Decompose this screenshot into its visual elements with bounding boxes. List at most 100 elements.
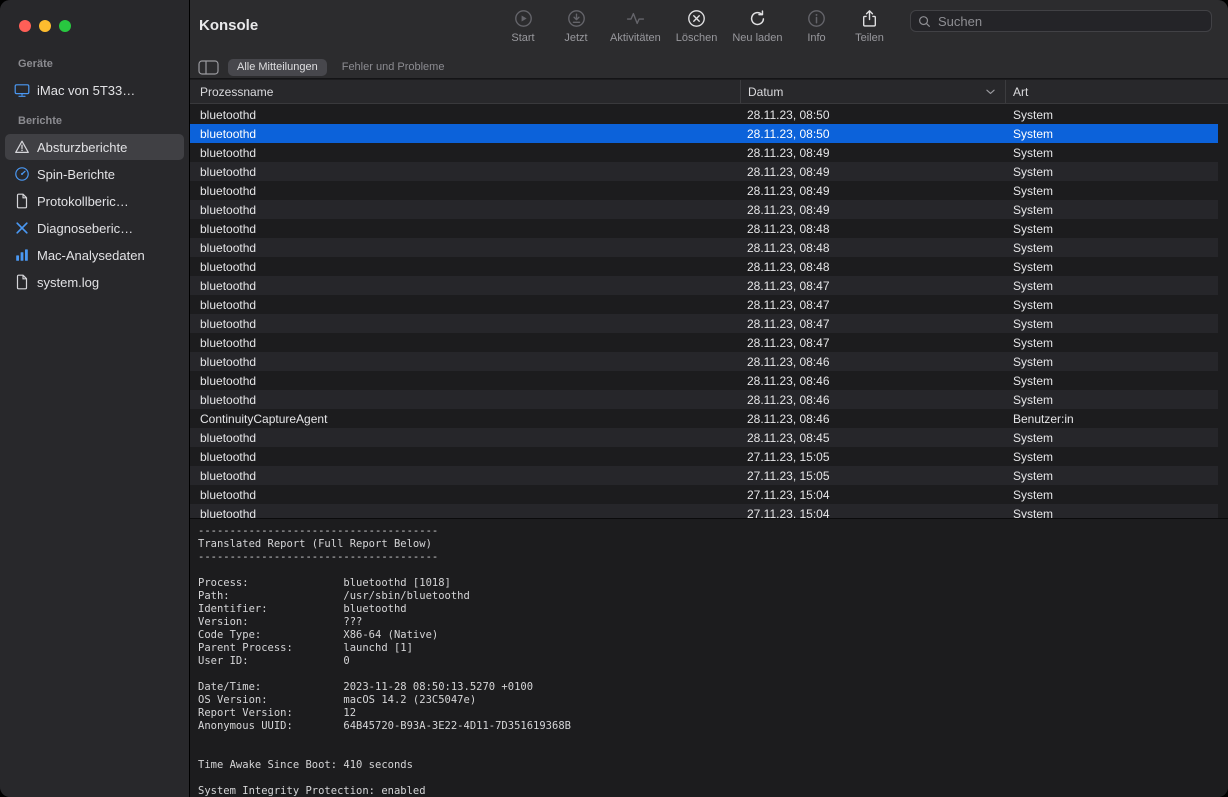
cell-type: System	[1005, 355, 1218, 369]
column-header-label: Art	[1013, 85, 1028, 99]
table-row[interactable]: bluetoothd28.11.23, 08:50System	[190, 105, 1218, 124]
toolbar-button-label: Start	[511, 32, 534, 44]
now-circle-icon	[567, 9, 586, 28]
sidebar-item-protokollberic[interactable]: Protokollberic…	[5, 188, 184, 214]
table-row[interactable]: bluetoothd28.11.23, 08:49System	[190, 143, 1218, 162]
info-circle-icon	[807, 9, 826, 28]
filter-bar: Alle Mitteilungen Fehler und Probleme	[190, 56, 1228, 79]
table-row[interactable]: bluetoothd28.11.23, 08:50System	[190, 124, 1218, 143]
table-row[interactable]: bluetoothd28.11.23, 08:47System	[190, 333, 1218, 352]
warning-triangle-icon	[14, 139, 30, 155]
cell-date: 28.11.23, 08:50	[740, 108, 1005, 122]
table-row[interactable]: ContinuityCaptureAgent28.11.23, 08:46Ben…	[190, 409, 1218, 428]
table-row[interactable]: bluetoothd27.11.23, 15:04System	[190, 485, 1218, 504]
cell-date: 27.11.23, 15:05	[740, 469, 1005, 483]
table-row[interactable]: bluetoothd28.11.23, 08:47System	[190, 295, 1218, 314]
toolbar-button-jetzt[interactable]: Jetzt	[557, 9, 595, 44]
cell-type: System	[1005, 393, 1218, 407]
sidebar-item-system.log[interactable]: system.log	[5, 269, 184, 295]
table-row[interactable]: bluetoothd28.11.23, 08:46System	[190, 371, 1218, 390]
cell-process: bluetoothd	[190, 393, 740, 407]
gauge-icon	[14, 166, 30, 182]
cell-type: System	[1005, 203, 1218, 217]
search-field[interactable]	[910, 10, 1212, 32]
table-row[interactable]: bluetoothd28.11.23, 08:49System	[190, 181, 1218, 200]
table-row[interactable]: bluetoothd28.11.23, 08:48System	[190, 238, 1218, 257]
minimize-window-button[interactable]	[39, 20, 51, 32]
table-row[interactable]: bluetoothd28.11.23, 08:47System	[190, 276, 1218, 295]
sidebar-item-label: Protokollberic…	[37, 194, 129, 209]
toolbar-button-label: Info	[807, 32, 825, 44]
table-row[interactable]: bluetoothd28.11.23, 08:46System	[190, 390, 1218, 409]
toolbar-buttons: Start Jetzt Aktivitäten Löschen Neu laden Inf…	[504, 9, 889, 44]
toolbar-button-neu-laden[interactable]: Neu laden	[732, 9, 782, 44]
console-window: GeräteiMac von 5T33…BerichteAbsturzberic…	[0, 0, 1228, 797]
window-title: Konsole	[199, 17, 258, 34]
toolbar-button-aktivitaten[interactable]: Aktivitäten	[610, 9, 661, 44]
table-row[interactable]: bluetoothd28.11.23, 08:47System	[190, 314, 1218, 333]
table-row[interactable]: bluetoothd27.11.23, 15:05System	[190, 447, 1218, 466]
cell-type: System	[1005, 241, 1218, 255]
toolbar-button-label: Aktivitäten	[610, 32, 661, 44]
sidebar-item-spin-berichte[interactable]: Spin-Berichte	[5, 161, 184, 187]
search-input[interactable]	[936, 13, 1204, 30]
sidebar: GeräteiMac von 5T33…BerichteAbsturzberic…	[0, 0, 190, 797]
filter-tab-alle-mitteilungen[interactable]: Alle Mitteilungen	[228, 59, 327, 76]
sidebar-item-imac-von-5t33[interactable]: iMac von 5T33…	[5, 77, 184, 103]
toolbar-button-loschen[interactable]: Löschen	[676, 9, 718, 44]
cell-process: bluetoothd	[190, 127, 740, 141]
cell-type: System	[1005, 450, 1218, 464]
cell-date: 28.11.23, 08:50	[740, 127, 1005, 141]
cell-date: 27.11.23, 15:04	[740, 507, 1005, 519]
report-detail-text: -------------------------------------- T…	[198, 525, 1228, 797]
sidebar-item-label: Absturzberichte	[37, 140, 127, 155]
display-icon	[14, 82, 30, 98]
activity-icon	[626, 9, 645, 28]
table-row[interactable]: bluetoothd27.11.23, 15:04System	[190, 504, 1218, 518]
column-header-datum[interactable]: Datum	[740, 80, 1005, 103]
close-window-button[interactable]	[19, 20, 31, 32]
cell-type: System	[1005, 108, 1218, 122]
message-table: bluetoothd28.11.23, 08:50Systembluetooth…	[190, 105, 1228, 518]
table-row[interactable]: bluetoothd28.11.23, 08:49System	[190, 200, 1218, 219]
toolbar-button-teilen[interactable]: Teilen	[851, 9, 889, 44]
cell-type: System	[1005, 374, 1218, 388]
sidebar-item-absturzberichte[interactable]: Absturzberichte	[5, 134, 184, 160]
filter-tab-fehler-und-probleme[interactable]: Fehler und Probleme	[333, 59, 454, 76]
cell-type: System	[1005, 317, 1218, 331]
cell-date: 28.11.23, 08:47	[740, 279, 1005, 293]
cell-date: 28.11.23, 08:47	[740, 298, 1005, 312]
sidebar-item-diagnoseberic[interactable]: Diagnoseberic…	[5, 215, 184, 241]
table-row[interactable]: bluetoothd28.11.23, 08:46System	[190, 352, 1218, 371]
table-row[interactable]: bluetoothd28.11.23, 08:45System	[190, 428, 1218, 447]
cell-date: 27.11.23, 15:05	[740, 450, 1005, 464]
cell-type: System	[1005, 146, 1218, 160]
table-row[interactable]: bluetoothd28.11.23, 08:48System	[190, 257, 1218, 276]
cell-date: 28.11.23, 08:48	[740, 241, 1005, 255]
clear-circle-icon	[687, 9, 706, 28]
search-icon	[918, 15, 931, 28]
sidebar-item-label: Diagnoseberic…	[37, 221, 133, 236]
column-header-art[interactable]: Art	[1005, 80, 1228, 103]
main-area: Konsole Start Jetzt Aktivitäten Löschen Neu …	[190, 0, 1228, 797]
sidebar-item-label: system.log	[37, 275, 99, 290]
toolbar-button-start[interactable]: Start	[504, 9, 542, 44]
sidebar-item-label: Mac-Analysedaten	[37, 248, 145, 263]
sidebar-item-mac-analysedaten[interactable]: Mac-Analysedaten	[5, 242, 184, 268]
column-header-prozessname[interactable]: Prozessname	[190, 80, 740, 103]
cell-date: 28.11.23, 08:46	[740, 393, 1005, 407]
cell-process: bluetoothd	[190, 146, 740, 160]
cell-process: bluetoothd	[190, 488, 740, 502]
sidebar-toggle-icon[interactable]	[198, 60, 219, 75]
column-header-label: Datum	[748, 85, 783, 99]
toolbar-button-label: Jetzt	[564, 32, 587, 44]
zoom-window-button[interactable]	[59, 20, 71, 32]
table-row[interactable]: bluetoothd27.11.23, 15:05System	[190, 466, 1218, 485]
toolbar-button-info[interactable]: Info	[798, 9, 836, 44]
play-circle-icon	[514, 9, 533, 28]
table-row[interactable]: bluetoothd28.11.23, 08:49System	[190, 162, 1218, 181]
table-row[interactable]: bluetoothd28.11.23, 08:48System	[190, 219, 1218, 238]
cell-type: System	[1005, 488, 1218, 502]
cell-process: bluetoothd	[190, 336, 740, 350]
cell-type: System	[1005, 431, 1218, 445]
